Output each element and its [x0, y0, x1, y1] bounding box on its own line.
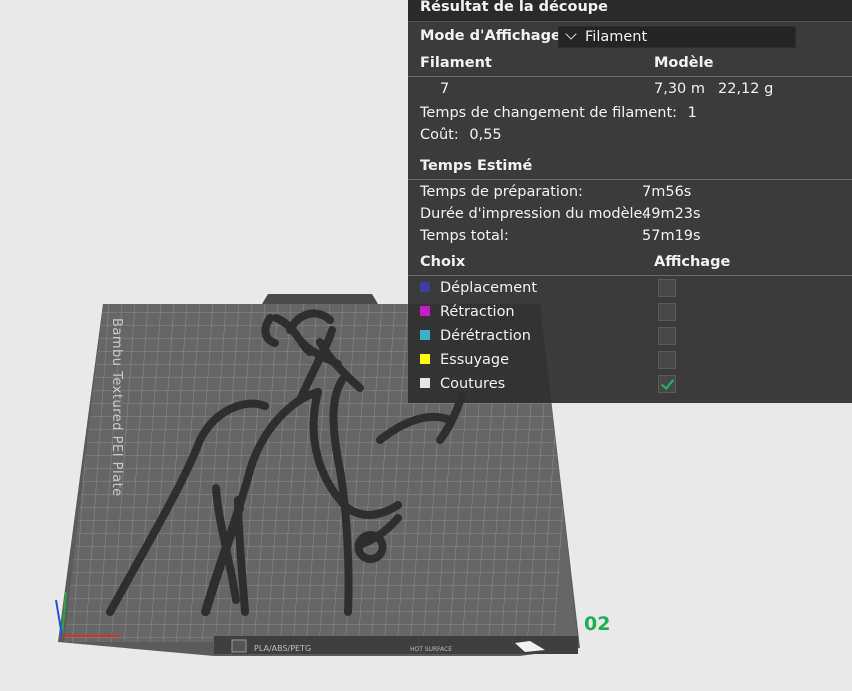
- option-checkbox[interactable]: [658, 279, 676, 297]
- bed-footer-text: PLA/ABS/PETG: [254, 644, 311, 653]
- filament-change-row: Temps de changement de filament: 1: [420, 102, 840, 124]
- display-header: Affichage: [654, 254, 731, 270]
- deretraction-color-swatch: [420, 330, 430, 340]
- options-header-row: Choix Affichage: [420, 251, 840, 273]
- filament-id: 7: [440, 81, 450, 97]
- option-row-essuyage: Essuyage: [420, 349, 840, 371]
- divider: [408, 179, 852, 180]
- option-row-deplacement: Déplacement: [420, 277, 840, 299]
- time-label: Durée d'impression du modèle:: [420, 206, 648, 222]
- bed-brand-text: Bambu Textured PEI Plate: [109, 318, 124, 497]
- filament-change-value: 1: [687, 105, 697, 121]
- option-label: Déplacement: [440, 280, 538, 296]
- filament-header: Filament: [420, 55, 492, 71]
- option-label: Rétraction: [440, 304, 515, 320]
- time-row: Temps de préparation: 7m56s: [420, 181, 840, 203]
- display-mode-value: Filament: [585, 29, 648, 45]
- time-row: Temps total: 57m19s: [420, 225, 840, 247]
- wipe-color-swatch: [420, 354, 430, 364]
- filament-weight: 22,12 g: [718, 81, 774, 97]
- travel-color-swatch: [420, 282, 430, 292]
- plate-number-label[interactable]: 02: [584, 613, 610, 635]
- filament-color-swatch: [420, 83, 430, 93]
- seams-color-swatch: [420, 378, 430, 388]
- display-mode-select[interactable]: Filament: [558, 26, 796, 48]
- divider: [408, 275, 852, 276]
- filament-change-label: Temps de changement de filament:: [420, 105, 678, 121]
- bed-footer-right-text: HOT SURFACE: [410, 646, 452, 653]
- option-checkbox[interactable]: [658, 303, 676, 321]
- option-checkbox[interactable]: [658, 375, 676, 393]
- option-row-retraction: Rétraction: [420, 301, 840, 323]
- panel-title: Résultat de la découpe: [408, 0, 852, 22]
- choice-header: Choix: [420, 254, 466, 270]
- filament-length: 7,30 m: [654, 81, 706, 97]
- model-header: Modèle: [654, 55, 714, 71]
- plate-tab: [262, 294, 378, 304]
- option-label: Coutures: [440, 376, 506, 392]
- option-row-coutures: Coutures: [420, 373, 840, 395]
- cost-row: Coût: 0,55: [420, 124, 840, 146]
- option-label: Essuyage: [440, 352, 510, 368]
- time-value: 49m23s: [642, 206, 701, 222]
- divider: [408, 76, 852, 77]
- time-label: Temps total:: [420, 228, 509, 244]
- time-label: Temps de préparation:: [420, 184, 583, 200]
- option-checkbox[interactable]: [658, 351, 676, 369]
- option-row-deretraction: Dérétraction: [420, 325, 840, 347]
- cost-label: Coût:: [420, 127, 459, 143]
- cost-value: 0,55: [469, 127, 502, 143]
- time-value: 57m19s: [642, 228, 701, 244]
- checkmark-icon: [660, 376, 675, 390]
- time-value: 7m56s: [642, 184, 692, 200]
- filament-header-row: Filament Modèle: [420, 52, 840, 74]
- retraction-color-swatch: [420, 306, 430, 316]
- option-checkbox[interactable]: [658, 327, 676, 345]
- slice-result-panel: Résultat de la découpe Mode d'Affichage …: [408, 0, 852, 403]
- filament-row: 7 7,30 m 22,12 g: [420, 78, 840, 100]
- option-label: Dérétraction: [440, 328, 531, 344]
- estimated-time-header: Temps Estimé: [420, 158, 533, 174]
- time-row: Durée d'impression du modèle: 49m23s: [420, 203, 840, 225]
- chevron-down-icon: [565, 28, 577, 40]
